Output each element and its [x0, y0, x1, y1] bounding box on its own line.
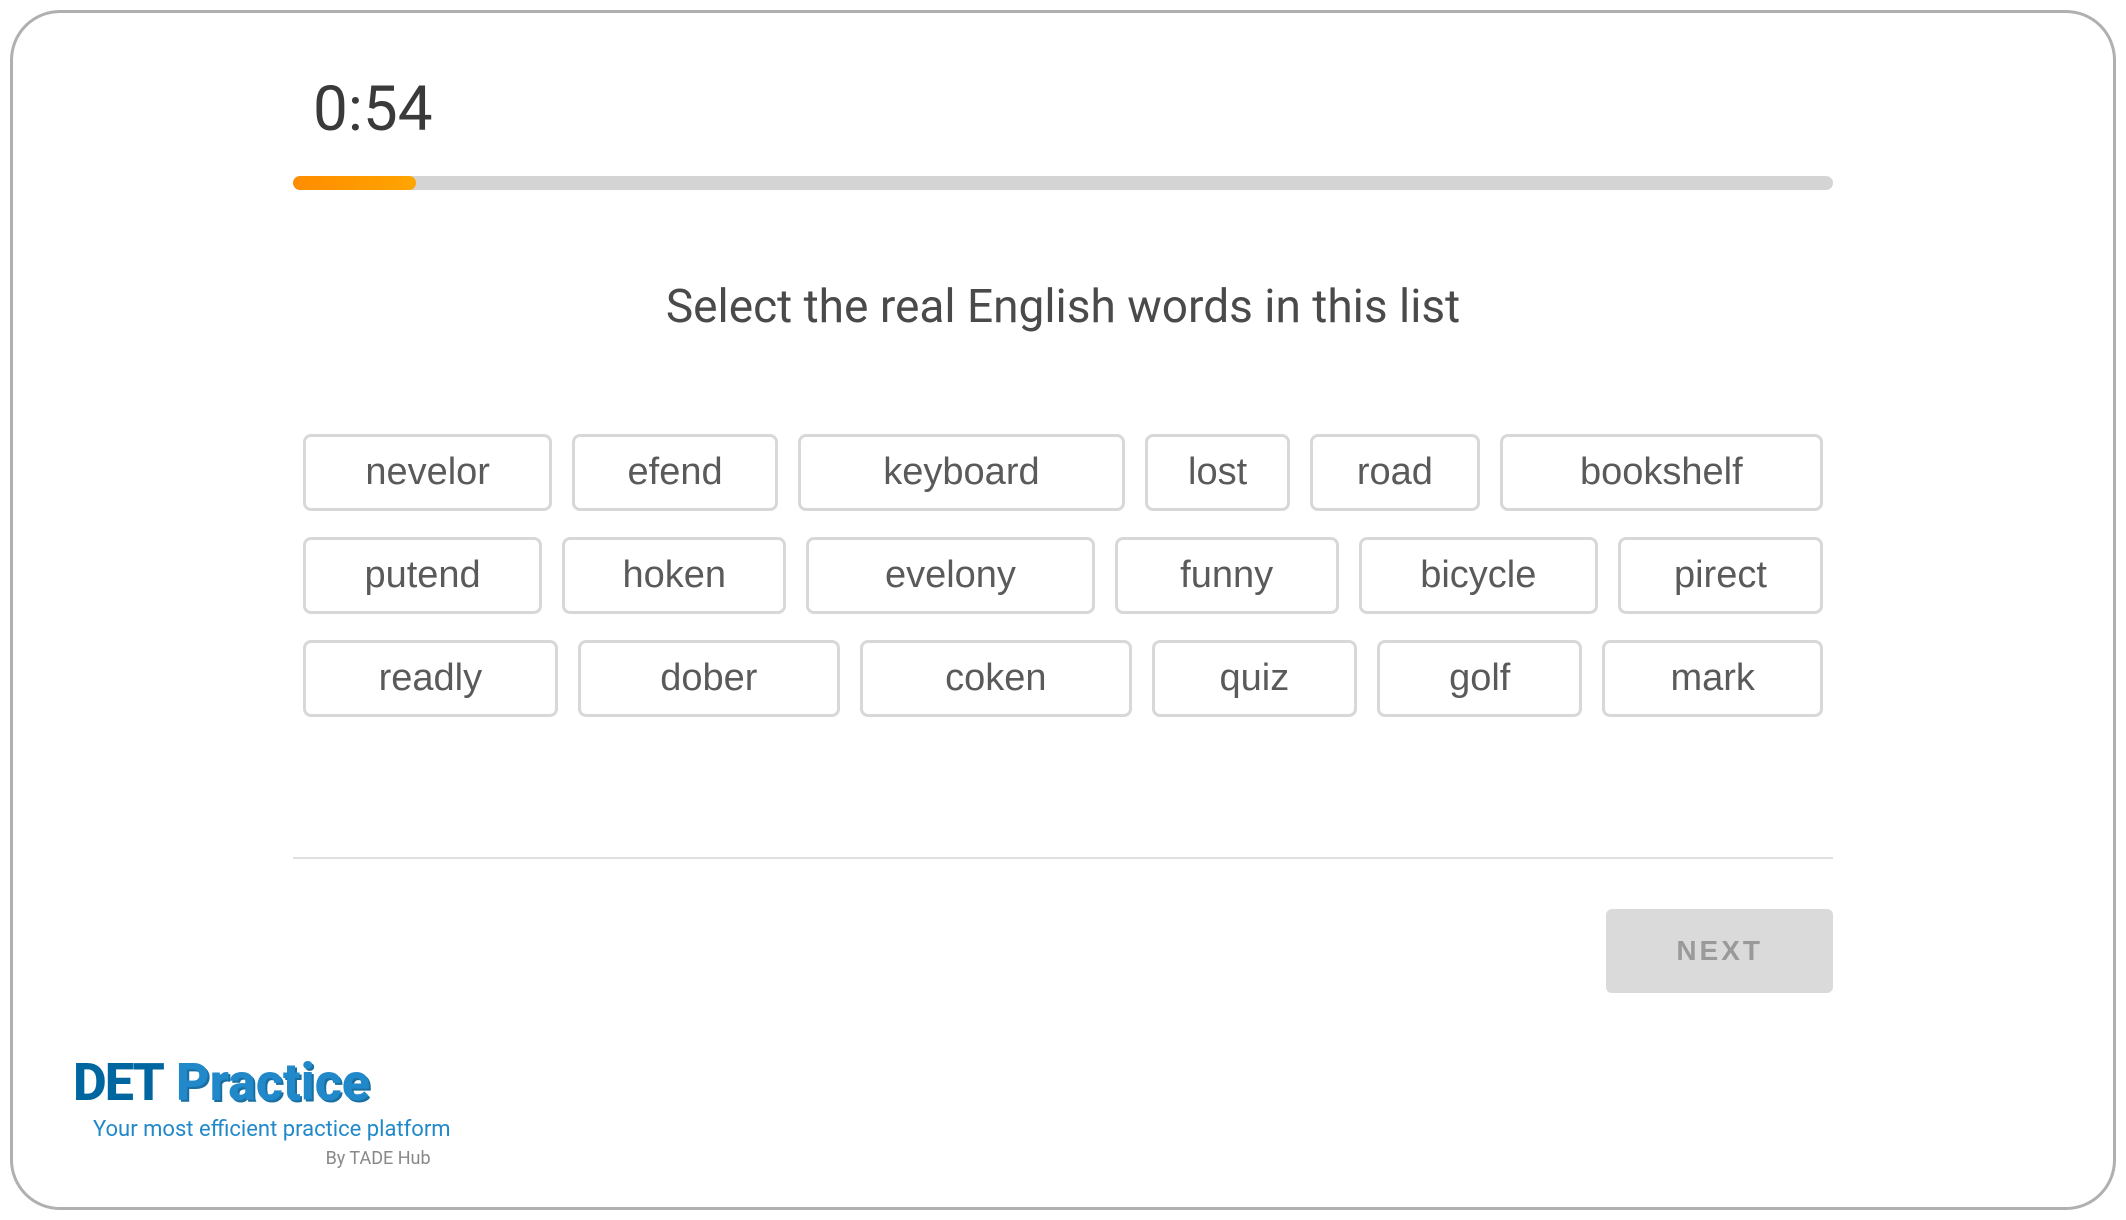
word-option-road[interactable]: road: [1310, 434, 1480, 511]
word-option-keyboard[interactable]: keyboard: [798, 434, 1125, 511]
word-option-dober[interactable]: dober: [578, 640, 840, 717]
brand-tagline: Your most efficient practice platform: [93, 1117, 451, 1142]
word-option-quiz[interactable]: quiz: [1152, 640, 1357, 717]
word-option-evelony[interactable]: evelony: [806, 537, 1094, 614]
word-option-lost[interactable]: lost: [1145, 434, 1290, 511]
word-option-coken[interactable]: coken: [860, 640, 1132, 717]
progress-fill: [293, 176, 416, 190]
brand-title: DET Practice: [73, 1057, 451, 1109]
content-area: 0:54 Select the real English words in th…: [13, 73, 2113, 993]
branding-block: DET Practice Your most efficient practic…: [73, 1057, 451, 1169]
word-option-nevelor[interactable]: nevelor: [303, 434, 552, 511]
test-frame: 0:54 Select the real English words in th…: [10, 10, 2116, 1210]
word-option-golf[interactable]: golf: [1377, 640, 1582, 717]
word-option-funny[interactable]: funny: [1115, 537, 1339, 614]
brand-det: DET: [73, 1052, 163, 1113]
word-option-pirect[interactable]: pirect: [1618, 537, 1823, 614]
progress-bar: [293, 176, 1833, 190]
word-option-efend[interactable]: efend: [572, 434, 778, 511]
footer: NEXT: [293, 859, 1833, 993]
word-option-bicycle[interactable]: bicycle: [1359, 537, 1598, 614]
word-row-3: readly dober coken quiz golf mark: [303, 640, 1823, 717]
next-button[interactable]: NEXT: [1606, 909, 1833, 993]
word-row-2: putend hoken evelony funny bicycle pirec…: [303, 537, 1823, 614]
brand-practice: Practice: [176, 1052, 370, 1113]
word-row-1: nevelor efend keyboard lost road bookshe…: [303, 434, 1823, 511]
word-option-bookshelf[interactable]: bookshelf: [1500, 434, 1823, 511]
words-area: nevelor efend keyboard lost road bookshe…: [293, 434, 1833, 717]
word-option-hoken[interactable]: hoken: [562, 537, 786, 614]
word-option-readly[interactable]: readly: [303, 640, 558, 717]
word-option-putend[interactable]: putend: [303, 537, 542, 614]
timer-display: 0:54: [313, 73, 1833, 146]
brand-by: By TADE Hub: [73, 1148, 451, 1169]
instruction-text: Select the real English words in this li…: [293, 280, 1833, 334]
word-option-mark[interactable]: mark: [1602, 640, 1823, 717]
